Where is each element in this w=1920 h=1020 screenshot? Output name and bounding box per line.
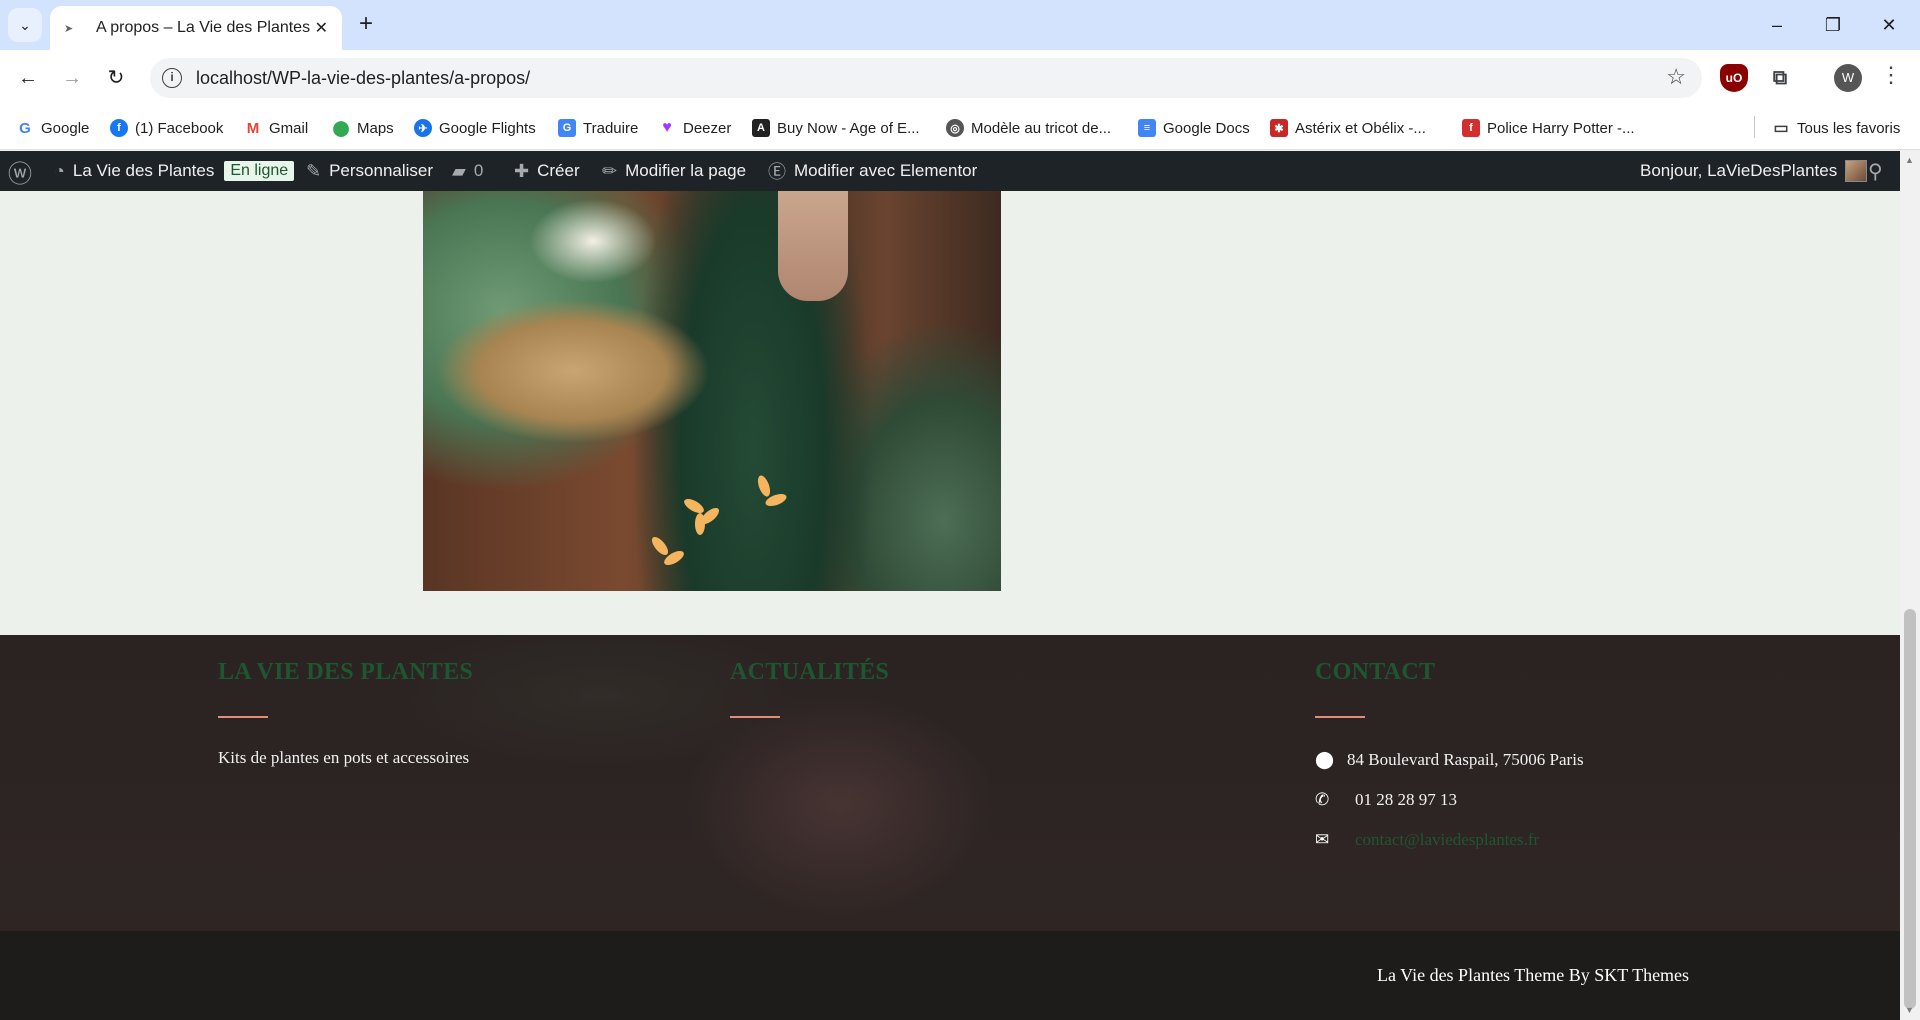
footer-divider (218, 716, 268, 718)
address-bar[interactable]: i localhost/WP-la-vie-des-plantes/a-prop… (150, 58, 1702, 98)
age-of-empires-icon: A (752, 119, 770, 137)
tab-search-button[interactable]: ⌄ (8, 8, 42, 42)
all-bookmarks-folder[interactable]: ▭ Tous les favoris (1772, 116, 1900, 140)
bookmark-age-of-empires[interactable]: A Buy Now - Age of E... (752, 116, 920, 140)
my-account-menu[interactable]: Bonjour, LaVieDesPlantes (1640, 151, 1868, 191)
maps-icon: ⬤ (332, 120, 350, 137)
bookmark-gmail[interactable]: M Gmail (244, 116, 308, 140)
bookmark-google-docs[interactable]: ≡ Google Docs (1138, 116, 1250, 140)
edit-with-elementor-link[interactable]: Ⓔ Modifier avec Elementor (768, 151, 977, 191)
bookmark-asterix[interactable]: ✱ Astérix et Obélix -... (1270, 116, 1426, 140)
phone-icon: ✆ (1315, 790, 1330, 809)
docs-icon: ≡ (1138, 119, 1156, 137)
status-badge: En ligne (224, 161, 295, 181)
site-name-menu[interactable]: ◔ La Vie des Plantes En ligne (54, 151, 295, 191)
envelope-icon: ✉ (1315, 830, 1330, 849)
site-info-icon[interactable]: i (162, 68, 182, 88)
folder-icon: ▭ (1773, 120, 1789, 137)
edit-page-link[interactable]: ✏ Modifier la page (602, 151, 746, 191)
knitting-icon: ◎ (946, 119, 964, 137)
tab-strip: ⌄ ➤ A propos – La Vie des Plantes ✕ + – … (0, 0, 1920, 50)
admin-search-button[interactable]: ⚲ (1868, 151, 1883, 191)
photo-yellow-flowers (649, 473, 823, 591)
footer-bottom-bar: La Vie des Plantes Theme By SKT Themes (0, 931, 1900, 1020)
plus-icon: ✚ (514, 160, 530, 181)
pencil-icon: ✏ (602, 160, 618, 181)
theme-credit: La Vie des Plantes Theme By SKT Themes (1377, 965, 1690, 985)
browser-menu-icon[interactable]: ⋮ (1880, 62, 1902, 88)
gmail-icon: M (246, 119, 260, 137)
footer-column-about: LA VIE DES PLANTES Kits de plantes en po… (218, 659, 473, 768)
asterix-icon: ✱ (1270, 119, 1288, 137)
map-pin-icon: ⬤ (1315, 750, 1335, 769)
browser-toolbar: ← → ↻ i localhost/WP-la-vie-des-plantes/… (0, 50, 1920, 106)
close-tab-icon[interactable]: ✕ (315, 18, 328, 38)
customize-link[interactable]: ✎ Personnaliser (306, 151, 433, 191)
bookmark-traduire[interactable]: G Traduire (558, 116, 638, 140)
elementor-icon: Ⓔ (768, 162, 786, 182)
search-icon: ⚲ (1868, 160, 1883, 183)
restore-button[interactable]: ❐ (1810, 8, 1856, 42)
brush-icon: ✎ (306, 160, 322, 181)
footer-column-news: ACTUALITÉS (730, 659, 889, 718)
tab-title: A propos – La Vie des Plantes (96, 19, 311, 36)
bookmark-google[interactable]: G Google (16, 116, 89, 140)
close-window-button[interactable]: ✕ (1866, 8, 1912, 42)
flights-icon: ✈ (414, 119, 432, 137)
bookmark-maps[interactable]: ⬤ Maps (332, 116, 394, 140)
bookmark-star-icon[interactable]: ☆ (1666, 64, 1686, 90)
translate-icon: G (558, 119, 576, 137)
footer-heading-contact: CONTACT (1315, 659, 1436, 685)
photo-arm (778, 191, 848, 301)
forward-button[interactable]: → (54, 60, 90, 96)
deezer-icon: ♥ (662, 119, 672, 136)
extensions-puzzle-icon[interactable]: ⧉ (1766, 64, 1794, 92)
bookmarks-bar: G Google f (1) Facebook M Gmail ⬤ Maps ✈ Goog… (0, 106, 1920, 150)
footer-about-text: Kits de plantes en pots et accessoires (218, 748, 470, 767)
profile-avatar[interactable]: W (1834, 64, 1862, 92)
page-content (0, 191, 1900, 635)
bookmark-facebook[interactable]: f (1) Facebook (110, 116, 223, 140)
user-avatar (1845, 160, 1868, 182)
bookmark-harry-potter-font[interactable]: f Police Harry Potter -... (1462, 116, 1635, 140)
comment-icon: ▰ (452, 160, 466, 181)
minimize-button[interactable]: – (1754, 8, 1800, 42)
footer-column-contact: CONTACT ⬤ 84 Boulevard Raspail, 75006 Par… (1315, 659, 1584, 868)
scroll-down-arrow-icon[interactable]: ▼ (1905, 1005, 1914, 1015)
footer-divider (730, 716, 780, 718)
florist-basket-photo (423, 191, 1001, 591)
email-link[interactable]: contact@laviedesplantes.fr (1355, 830, 1539, 850)
site-favicon-icon: ➤ (64, 22, 74, 35)
reload-button[interactable]: ↻ (98, 60, 134, 96)
contact-email[interactable]: ✉ contact@laviedesplantes.fr (1315, 828, 1584, 852)
browser-tab-active[interactable]: ➤ A propos – La Vie des Plantes ✕ (50, 6, 342, 50)
wordpress-icon: ⓦ (8, 160, 32, 188)
create-new-menu[interactable]: ✚ Créer (514, 151, 580, 191)
footer-heading-about: LA VIE DES PLANTES (218, 659, 474, 685)
bookmark-deezer[interactable]: ♥ Deezer (658, 116, 731, 140)
contact-address: ⬤ 84 Boulevard Raspail, 75006 Paris (1315, 750, 1584, 769)
footer-heading-news: ACTUALITÉS (730, 659, 890, 685)
google-icon: G (19, 119, 31, 137)
wp-logo-menu[interactable]: ⓦ (8, 151, 40, 191)
new-tab-button[interactable]: + (352, 10, 380, 38)
comments-link[interactable]: ▰ 0 (452, 151, 483, 191)
site-footer: LA VIE DES PLANTES Kits de plantes en po… (0, 635, 1900, 931)
scrollbar-thumb[interactable] (1904, 609, 1916, 1009)
bookmark-tricot[interactable]: ◎ Modèle au tricot de... (946, 116, 1111, 140)
contact-phone: ✆ 01 28 28 97 13 (1315, 790, 1457, 809)
bookmarks-separator (1754, 116, 1755, 138)
url-text: localhost/WP-la-vie-des-plantes/a-propos… (196, 68, 531, 88)
back-button[interactable]: ← (10, 60, 46, 96)
wp-admin-bar: ⓦ ◔ La Vie des Plantes En ligne ✎ Personn… (0, 151, 1900, 191)
font-icon: f (1462, 119, 1480, 137)
ublock-extension-icon[interactable]: uO (1720, 64, 1748, 92)
scroll-up-arrow-icon[interactable]: ▲ (1905, 155, 1914, 165)
chevron-down-icon: ⌄ (19, 16, 31, 33)
footer-divider (1315, 716, 1365, 718)
page-scrollbar[interactable]: ▲ ▼ (1900, 151, 1920, 1020)
bookmark-google-flights[interactable]: ✈ Google Flights (414, 116, 536, 140)
dashboard-icon: ◔ (54, 160, 65, 181)
facebook-icon: f (110, 119, 128, 137)
